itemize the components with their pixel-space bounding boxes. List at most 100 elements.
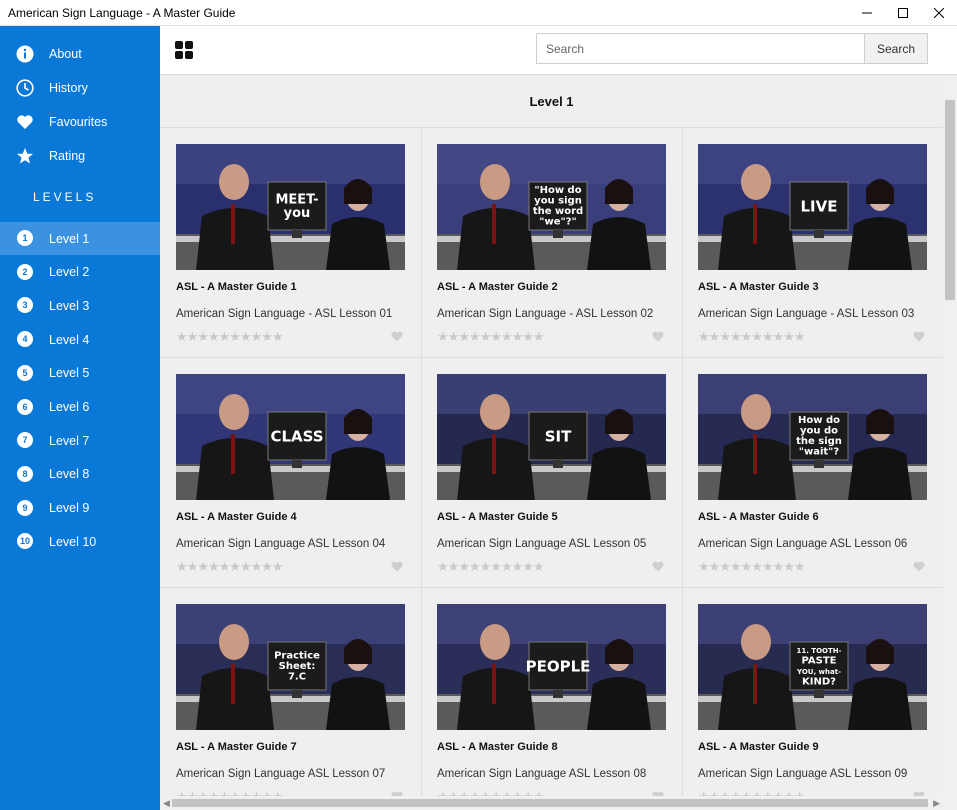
star-icon[interactable]: ★ — [709, 559, 721, 574]
star-icon[interactable]: ★ — [261, 329, 273, 344]
star-icon[interactable]: ★ — [773, 559, 785, 574]
video-thumbnail[interactable]: "How do you sign the word "we"?" — [437, 144, 666, 270]
minimize-button[interactable] — [849, 0, 885, 26]
star-icon[interactable]: ★ — [522, 559, 534, 574]
star-icon[interactable]: ★ — [272, 329, 284, 344]
video-thumbnail[interactable]: MEET-you — [176, 144, 405, 270]
star-icon[interactable]: ★ — [698, 559, 710, 574]
favourite-heart-icon[interactable] — [651, 560, 665, 573]
star-icon[interactable]: ★ — [490, 559, 502, 574]
scroll-left-icon[interactable]: ◀ — [163, 798, 170, 809]
rating-stars[interactable]: ★★★★★★★★★★ — [176, 559, 284, 575]
lesson-card[interactable]: MEET-you ASL - A Master Guide 1 American S… — [160, 128, 420, 356]
star-icon[interactable]: ★ — [480, 329, 492, 344]
star-icon[interactable]: ★ — [437, 559, 449, 574]
star-icon[interactable]: ★ — [469, 559, 481, 574]
star-icon[interactable]: ★ — [794, 329, 806, 344]
lesson-card[interactable]: LIVE ASL - A Master Guide 3 American Sign … — [682, 128, 942, 356]
star-icon[interactable]: ★ — [187, 329, 199, 344]
star-icon[interactable]: ★ — [448, 559, 460, 574]
rating-stars[interactable]: ★★★★★★★★★★ — [698, 559, 806, 575]
video-thumbnail[interactable]: 11. TOOTH- PASTE YOU, what- KIND? — [698, 604, 927, 730]
star-icon[interactable]: ★ — [512, 559, 524, 574]
star-icon[interactable]: ★ — [501, 329, 513, 344]
video-thumbnail[interactable]: LIVE — [698, 144, 927, 270]
star-icon[interactable]: ★ — [741, 559, 753, 574]
sidebar-item-level-2[interactable]: 2 Level 2 — [0, 256, 160, 289]
star-icon[interactable]: ★ — [709, 329, 721, 344]
star-icon[interactable]: ★ — [458, 329, 470, 344]
star-icon[interactable]: ★ — [480, 559, 492, 574]
star-icon[interactable]: ★ — [751, 559, 763, 574]
star-icon[interactable]: ★ — [272, 559, 284, 574]
star-icon[interactable]: ★ — [773, 329, 785, 344]
star-icon[interactable]: ★ — [448, 329, 460, 344]
close-button[interactable] — [921, 0, 957, 26]
sidebar-item-favourites[interactable]: Favourites — [0, 105, 160, 139]
star-icon[interactable]: ★ — [490, 329, 502, 344]
star-icon[interactable]: ★ — [469, 329, 481, 344]
lesson-card[interactable]: "How do you sign the word "we"?" ASL - A Mas… — [421, 128, 681, 356]
sidebar-item-history[interactable]: History — [0, 71, 160, 105]
star-icon[interactable]: ★ — [719, 559, 731, 574]
star-icon[interactable]: ★ — [730, 329, 742, 344]
star-icon[interactable]: ★ — [437, 329, 449, 344]
star-icon[interactable]: ★ — [229, 559, 241, 574]
sidebar-item-level-3[interactable]: 3 Level 3 — [0, 289, 160, 322]
star-icon[interactable]: ★ — [522, 329, 534, 344]
star-icon[interactable]: ★ — [719, 329, 731, 344]
search-button[interactable]: Search — [864, 33, 928, 64]
star-icon[interactable]: ★ — [229, 329, 241, 344]
star-icon[interactable]: ★ — [533, 329, 545, 344]
grid-icon[interactable] — [175, 41, 193, 59]
search-input[interactable] — [536, 33, 865, 64]
star-icon[interactable]: ★ — [751, 329, 763, 344]
star-icon[interactable]: ★ — [458, 559, 470, 574]
lesson-card[interactable]: How do you do the sign "wait"? ASL - A Maste… — [682, 358, 942, 586]
rating-stars[interactable]: ★★★★★★★★★★ — [176, 329, 284, 345]
favourite-heart-icon[interactable] — [390, 330, 404, 343]
vertical-scrollbar[interactable] — [943, 75, 957, 810]
star-icon[interactable]: ★ — [240, 329, 252, 344]
lesson-card[interactable]: 11. TOOTH- PASTE YOU, what- KIND? ASL - A Ma… — [682, 588, 942, 810]
sidebar-item-level-5[interactable]: 5 Level 5 — [0, 357, 160, 390]
star-icon[interactable]: ★ — [240, 559, 252, 574]
star-icon[interactable]: ★ — [741, 329, 753, 344]
maximize-button[interactable] — [885, 0, 921, 26]
star-icon[interactable]: ★ — [533, 559, 545, 574]
video-thumbnail[interactable]: SIT — [437, 374, 666, 500]
lesson-card[interactable]: PEOPLE ASL - A Master Guide 8 American Sig… — [421, 588, 681, 810]
favourite-heart-icon[interactable] — [912, 330, 926, 343]
star-icon[interactable]: ★ — [512, 329, 524, 344]
rating-stars[interactable]: ★★★★★★★★★★ — [698, 329, 806, 345]
favourite-heart-icon[interactable] — [390, 560, 404, 573]
sidebar-item-level-1[interactable]: 1 Level 1 — [0, 222, 160, 255]
sidebar-item-level-6[interactable]: 6 Level 6 — [0, 391, 160, 424]
star-icon[interactable]: ★ — [197, 559, 209, 574]
star-icon[interactable]: ★ — [219, 559, 231, 574]
star-icon[interactable]: ★ — [794, 559, 806, 574]
star-icon[interactable]: ★ — [251, 329, 263, 344]
sidebar-item-level-4[interactable]: 4 Level 4 — [0, 323, 160, 356]
star-icon[interactable]: ★ — [762, 329, 774, 344]
sidebar-item-rating[interactable]: Rating — [0, 139, 160, 173]
lesson-card[interactable]: SIT ASL - A Master Guide 5 American Sign L… — [421, 358, 681, 586]
lesson-card[interactable]: CLASS ASL - A Master Guide 4 American Sign… — [160, 358, 420, 586]
sidebar-item-level-7[interactable]: 7 Level 7 — [0, 424, 160, 457]
star-icon[interactable]: ★ — [730, 559, 742, 574]
rating-stars[interactable]: ★★★★★★★★★★ — [437, 559, 545, 575]
lesson-card[interactable]: Practice Sheet: 7.C ASL - A Master Guide 7 A… — [160, 588, 420, 810]
favourite-heart-icon[interactable] — [912, 560, 926, 573]
star-icon[interactable]: ★ — [501, 559, 513, 574]
star-icon[interactable]: ★ — [251, 559, 263, 574]
sidebar-item-about[interactable]: About — [0, 37, 160, 71]
star-icon[interactable]: ★ — [783, 559, 795, 574]
horizontal-scrollbar[interactable]: ◀ ▶ — [160, 796, 943, 810]
rating-stars[interactable]: ★★★★★★★★★★ — [437, 329, 545, 345]
video-thumbnail[interactable]: PEOPLE — [437, 604, 666, 730]
star-icon[interactable]: ★ — [762, 559, 774, 574]
video-thumbnail[interactable]: Practice Sheet: 7.C — [176, 604, 405, 730]
scrollbar-thumb[interactable] — [945, 100, 955, 300]
favourite-heart-icon[interactable] — [651, 330, 665, 343]
star-icon[interactable]: ★ — [219, 329, 231, 344]
